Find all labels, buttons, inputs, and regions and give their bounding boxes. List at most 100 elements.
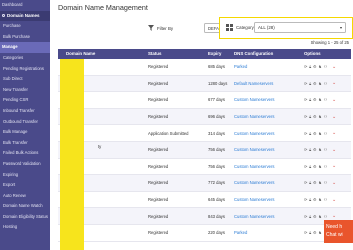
sidebar-item-domain-name-watch[interactable]: Domain Name Watch [0,201,50,212]
settings-icon[interactable]: ⚙ [313,147,317,152]
settings-icon[interactable]: ⚙ [313,114,317,119]
chevron-down-icon[interactable]: ⌄ [332,64,336,70]
refresh-icon[interactable]: ⟳ [304,81,308,86]
dns-icon[interactable]: ♞ [318,81,322,86]
dns-config-link[interactable]: Custom Nameservers [234,197,275,202]
refresh-icon[interactable]: ⟳ [304,214,308,219]
sidebar-item-export[interactable]: Export [0,180,50,191]
settings-icon[interactable]: ⚙ [313,97,317,102]
header-dns-configuration[interactable]: DNS Configuration [231,49,301,59]
lock-icon[interactable]: 🔒︎ [309,180,311,185]
user-icon[interactable]: ⚇ [324,147,328,152]
sidebar-item-auto-renew[interactable]: Auto Renew [0,191,50,202]
lock-icon[interactable]: 🔒︎ [309,131,311,136]
dns-config-link[interactable]: Custom Nameservers [234,114,275,119]
dns-icon[interactable]: ♞ [318,180,322,185]
sidebar-item-bulk-manage[interactable]: Bulk Manage [0,127,50,138]
sidebar-item-outbound-transfer[interactable]: Outbound Transfer [0,117,50,128]
dns-config-link[interactable]: Custom Nameservers [234,214,275,219]
lock-icon[interactable]: 🔒︎ [309,197,311,202]
dns-config-link[interactable]: Custom Nameservers [234,131,275,136]
refresh-icon[interactable]: ⟳ [304,147,308,152]
sidebar-item-bulk-purchase[interactable]: Bulk Purchase [0,32,50,43]
chevron-down-icon[interactable]: ⌄ [332,180,336,186]
user-icon[interactable]: ⚇ [324,197,328,202]
user-icon[interactable]: ⚇ [324,131,328,136]
sidebar-item-purchase[interactable]: Purchase [0,21,50,32]
sidebar-item-pending-csr[interactable]: Pending CSR [0,95,50,106]
dns-icon[interactable]: ♞ [318,97,322,102]
settings-icon[interactable]: ⚙ [313,164,317,169]
lock-icon[interactable]: 🔒︎ [309,64,311,69]
settings-icon[interactable]: ⚙ [313,230,317,235]
chat-widget[interactable]: Need h Chat wi [324,220,353,243]
dns-icon[interactable]: ♞ [318,64,322,69]
user-icon[interactable]: ⚇ [324,164,328,169]
sidebar-item-password-validation[interactable]: Password Validation [0,159,50,170]
header-domain-name[interactable]: Domain Name [63,49,145,59]
chevron-down-icon[interactable]: ⌄ [332,97,336,103]
dns-config-link[interactable]: Custom Nameservers [234,97,275,102]
sidebar-item-inbound-transfer[interactable]: Inbound Transfer [0,106,50,117]
sidebar-item-domain-eligibility-status[interactable]: Domain Eligibility Status [0,212,50,223]
settings-icon[interactable]: ⚙ [313,81,317,86]
sidebar-item-manage[interactable]: Manage [0,42,50,53]
dns-icon[interactable]: ♞ [318,131,322,136]
dns-icon[interactable]: ♞ [318,147,322,152]
refresh-icon[interactable]: ⟳ [304,97,308,102]
chevron-down-icon[interactable]: ⌄ [332,197,336,203]
chevron-down-icon[interactable]: ⌄ [332,163,336,169]
user-icon[interactable]: ⚇ [324,114,328,119]
dns-icon[interactable]: ♞ [318,197,322,202]
chevron-down-icon[interactable]: ⌄ [332,213,336,219]
dns-icon[interactable]: ♞ [318,114,322,119]
refresh-icon[interactable]: ⟳ [304,180,308,185]
refresh-icon[interactable]: ⟳ [304,64,308,69]
refresh-icon[interactable]: ⟳ [304,164,308,169]
user-icon[interactable]: ⚇ [324,180,328,185]
dns-config-link[interactable]: Parked [234,64,247,69]
chevron-down-icon[interactable]: ⌄ [332,147,336,153]
dns-icon[interactable]: ♞ [318,230,322,235]
settings-icon[interactable]: ⚙ [313,131,317,136]
header-status[interactable]: Status [145,49,205,59]
settings-icon[interactable]: ⚙ [313,64,317,69]
user-icon[interactable]: ⚇ [324,97,328,102]
refresh-icon[interactable]: ⟳ [304,114,308,119]
dns-config-link[interactable]: Parked [234,230,247,235]
chevron-down-icon[interactable]: ⌄ [332,130,336,136]
settings-icon[interactable]: ⚙ [313,180,317,185]
dns-icon[interactable]: ♞ [318,214,322,219]
dns-icon[interactable]: ♞ [318,164,322,169]
lock-icon[interactable]: 🔒︎ [309,81,311,86]
lock-icon[interactable]: 🔒︎ [309,147,311,152]
sidebar-item-sub-direct[interactable]: Sub Direct [0,74,50,85]
lock-icon[interactable]: 🔒︎ [309,114,311,119]
lock-icon[interactable]: 🔒︎ [309,164,311,169]
sidebar-item-categories[interactable]: Categories [0,53,50,64]
sidebar-item-domain-names[interactable]: Domain Names [0,10,50,22]
sidebar-item-failed-bulk-actions[interactable]: Failed Bulk Actions [0,148,50,159]
lock-icon[interactable]: 🔒︎ [309,97,311,102]
chevron-down-icon[interactable]: ⌄ [332,80,336,86]
refresh-icon[interactable]: ⟳ [304,230,308,235]
sidebar-item-pending-registrations[interactable]: Pending Registrations [0,64,50,75]
user-icon[interactable]: ⚇ [324,64,328,69]
settings-icon[interactable]: ⚙ [313,197,317,202]
refresh-icon[interactable]: ⟳ [304,131,308,136]
chevron-down-icon[interactable]: ⌄ [332,114,336,120]
user-icon[interactable]: ⚇ [324,81,328,86]
user-icon[interactable]: ⚇ [324,214,328,219]
refresh-icon[interactable]: ⟳ [304,197,308,202]
settings-icon[interactable]: ⚙ [313,214,317,219]
header-expiry[interactable]: Expiry [205,49,231,59]
dns-config-link[interactable]: Custom Nameservers [234,164,275,169]
dns-config-link[interactable]: Custom Nameservers [234,147,275,152]
sidebar-item-hosting[interactable]: Hosting [0,222,50,233]
lock-icon[interactable]: 🔒︎ [309,214,311,219]
sidebar-item-new-transfer[interactable]: New Transfer [0,85,50,96]
lock-icon[interactable]: 🔒︎ [309,230,311,235]
category-select[interactable]: ALL (28) ▾ [254,22,346,33]
sidebar-item-expiring[interactable]: Expiring [0,170,50,181]
dns-config-link[interactable]: Custom Nameservers [234,180,275,185]
